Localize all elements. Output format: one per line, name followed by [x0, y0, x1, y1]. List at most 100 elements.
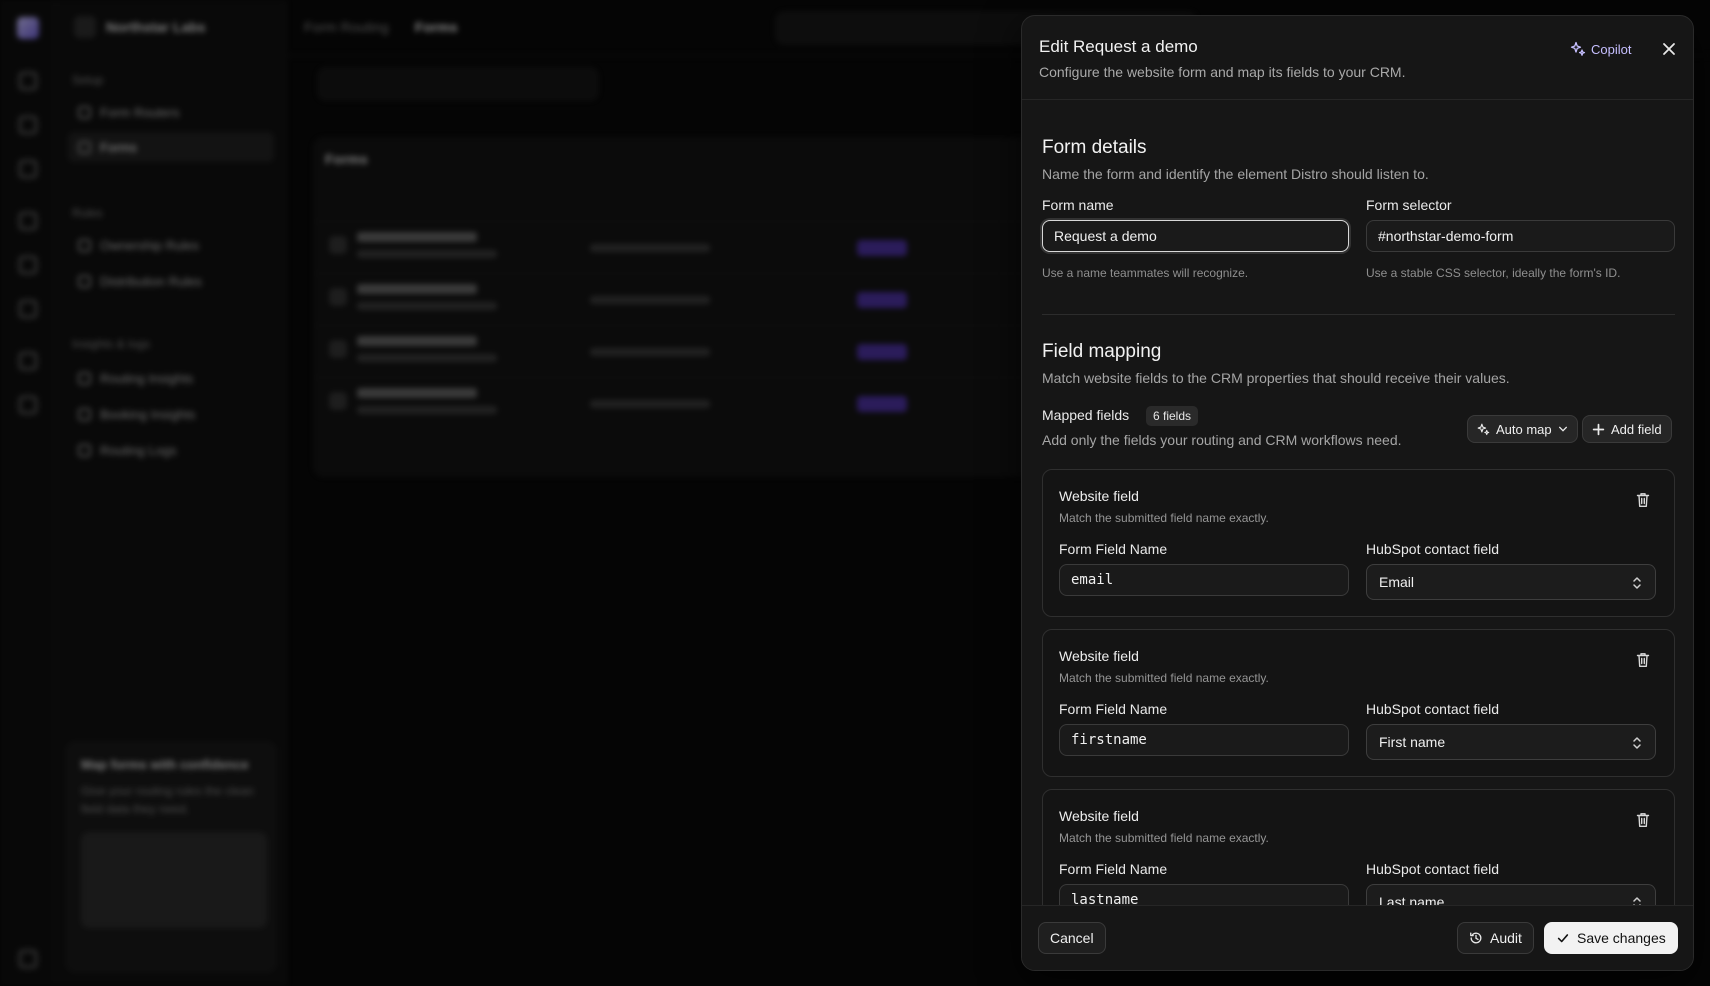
workspace-switcher: Northstar Labs [74, 16, 206, 38]
hubspot-field-label: HubSpot contact field [1366, 701, 1500, 717]
hubspot-field-value: Email [1379, 574, 1415, 590]
promo-title: Map forms with confidence [81, 757, 249, 772]
link-icon [19, 352, 37, 370]
cancel-button[interactable]: Cancel [1038, 922, 1106, 954]
audit-button[interactable]: Audit [1457, 922, 1534, 954]
hubspot-field-label: HubSpot contact field [1366, 541, 1500, 557]
settings-icon [19, 950, 37, 968]
chevron-up-down-icon [1633, 737, 1641, 749]
close-button[interactable] [1656, 36, 1682, 62]
table-title: Forms [325, 151, 368, 167]
panel-title: Edit Request a demo [1039, 37, 1198, 56]
form-routers-icon [78, 105, 91, 119]
hubspot-field-value: First name [1379, 734, 1446, 750]
copilot-button[interactable]: Copilot [1570, 36, 1631, 62]
icon-rail [0, 0, 56, 986]
table-row [315, 273, 1075, 325]
delete-field-button[interactable] [1633, 490, 1653, 510]
mapped-fields-label: Mapped fields [1042, 407, 1130, 423]
form-selector-input[interactable] [1366, 220, 1675, 252]
chevron-up-down-icon [1633, 577, 1641, 589]
plus-icon [1592, 423, 1605, 435]
breadcrumb-parent: Form Routing [304, 19, 389, 35]
promo-card: Map forms with confidence Give your rout… [66, 742, 276, 972]
hubspot-field-label: HubSpot contact field [1366, 861, 1500, 877]
auto-map-label: Auto map [1496, 421, 1552, 437]
sidebar-item-label: Ownership Rules [100, 237, 199, 253]
promo-text: Give your routing rules the clean field … [81, 784, 254, 816]
form-field-name-input[interactable] [1059, 884, 1349, 905]
sidebar-item-label: Routing Logs [100, 442, 177, 458]
panel-body[interactable]: Form details Name the form and identify … [1022, 100, 1693, 905]
field-mapping-card: Website field Match the submitted field … [1042, 629, 1675, 777]
trash-icon [1636, 653, 1650, 667]
section-divider [1042, 314, 1675, 315]
card-subtitle: Match the submitted field name exactly. [1059, 511, 1269, 525]
forms-icon [78, 140, 91, 154]
routing-icon [19, 212, 37, 230]
delete-field-button[interactable] [1633, 810, 1653, 830]
form-field-name-input[interactable] [1059, 564, 1349, 596]
logs-icon [78, 443, 91, 457]
panel-header: Edit Request a demo Configure the websit… [1022, 16, 1693, 100]
sidebar-item-label: Booking Insights [100, 406, 196, 422]
sidebar-item-label: Distribution Rules [100, 273, 202, 289]
save-changes-label: Save changes [1577, 930, 1666, 946]
close-icon [1663, 43, 1675, 55]
hubspot-field-select[interactable]: Email [1366, 564, 1656, 600]
mapped-fields-subtitle: Add only the fields your routing and CRM… [1042, 432, 1402, 448]
table-row [315, 377, 1075, 429]
save-changes-button[interactable]: Save changes [1544, 922, 1678, 954]
sidebar-item-booking-insights: Booking Insights [68, 399, 274, 429]
home-icon [19, 72, 37, 90]
field-mapping-card: Website field Match the submitted field … [1042, 789, 1675, 905]
sidebar-item-label: Routing Insights [100, 370, 194, 386]
trash-icon [1636, 813, 1650, 827]
card-subtitle: Match the submitted field name exactly. [1059, 671, 1269, 685]
field-mapping-title: Field mapping [1042, 341, 1162, 362]
add-field-label: Add field [1611, 421, 1662, 437]
calendar-icon [19, 160, 37, 178]
nav-group-setup: Setup [72, 73, 104, 87]
sidebar-item-routing-insights: Routing Insights [68, 363, 274, 393]
form-field-name-label: Form Field Name [1059, 701, 1168, 717]
form-details-title: Form details [1042, 137, 1147, 158]
form-field-name-label: Form Field Name [1059, 541, 1168, 557]
form-icon [329, 392, 347, 410]
copilot-label: Copilot [1591, 41, 1632, 57]
hubspot-field-value: Last name [1379, 894, 1445, 905]
form-field-name-label: Form Field Name [1059, 861, 1168, 877]
trash-icon [1636, 493, 1650, 507]
field-count-badge: 6 fields [1146, 406, 1199, 426]
distribution-icon [78, 274, 91, 288]
check-icon [1557, 934, 1569, 943]
phone-icon [19, 300, 37, 318]
form-field-name-input[interactable] [1059, 724, 1349, 756]
form-selector-hint: Use a stable CSS selector, ideally the f… [1366, 266, 1621, 280]
field-mapping-subtitle: Match website fields to the CRM properti… [1042, 370, 1510, 386]
form-details-subtitle: Name the form and identify the element D… [1042, 166, 1429, 182]
sidebar-item-distribution-rules: Distribution Rules [68, 266, 274, 296]
nav-group-rules: Rules [72, 206, 103, 220]
promo-illustration [81, 832, 267, 928]
delete-field-button[interactable] [1633, 650, 1653, 670]
insights-icon [78, 371, 91, 385]
ownership-icon [78, 238, 91, 252]
forms-table: Forms [314, 138, 1075, 476]
cancel-label: Cancel [1050, 930, 1094, 946]
add-field-button[interactable]: Add field [1582, 415, 1672, 443]
nav-group-insights: Insights & logs [72, 337, 151, 351]
auto-map-button[interactable]: Auto map [1467, 415, 1578, 443]
workspace-avatar [74, 16, 96, 38]
hubspot-field-select[interactable]: Last name [1366, 884, 1656, 905]
forms-search [318, 68, 598, 100]
sidebar-item-ownership-rules: Ownership Rules [68, 230, 274, 260]
hubspot-field-select[interactable]: First name [1366, 724, 1656, 760]
form-selector-label: Form selector [1366, 197, 1452, 213]
sidebar-item-routing-logs: Routing Logs [68, 435, 274, 465]
table-row [315, 325, 1075, 377]
form-name-input[interactable] [1042, 220, 1349, 252]
inbox-icon [19, 116, 37, 134]
sparkle-icon [1570, 41, 1586, 56]
booking-icon [78, 407, 91, 421]
